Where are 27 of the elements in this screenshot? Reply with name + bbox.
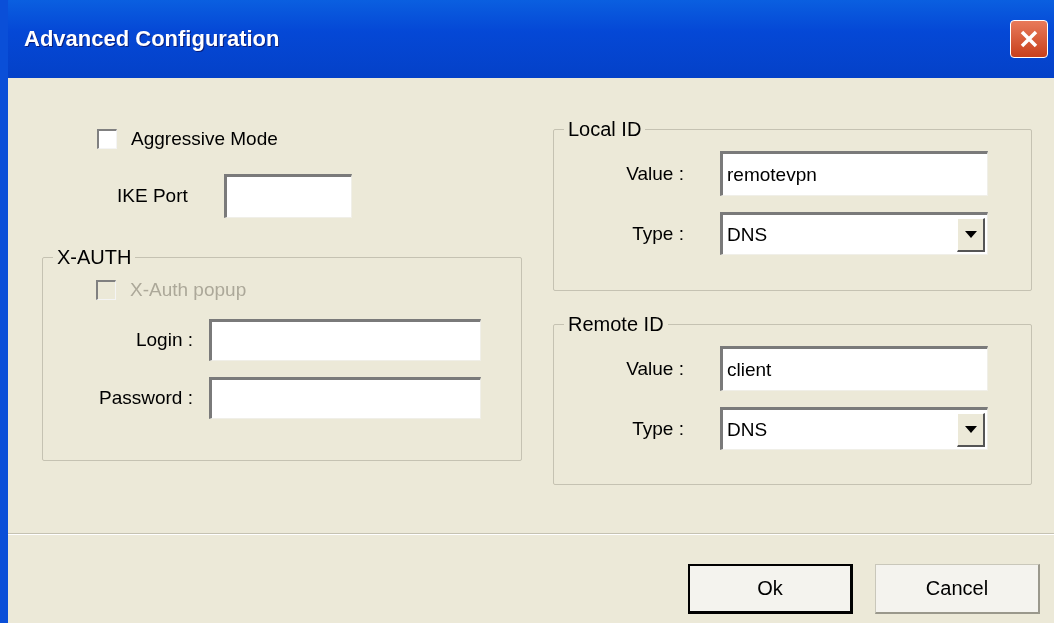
- field-label: Value :: [625, 162, 684, 185]
- dialog-button[interactable]: Cancel: [875, 564, 1040, 614]
- value-field[interactable]: remotevpn: [720, 151, 988, 196]
- caret-icon: [964, 230, 977, 238]
- field-label: IKE Port: [117, 185, 188, 207]
- value-field[interactable]: client: [720, 346, 988, 391]
- checkbox[interactable]: [97, 129, 117, 149]
- group-title: Local ID: [567, 118, 643, 141]
- close-button[interactable]: [1010, 20, 1048, 58]
- close-icon: [1018, 28, 1040, 50]
- checkbox-label: Aggressive Mode: [131, 128, 278, 150]
- field-label: Password :: [98, 387, 193, 409]
- checkbox-label: X-Auth popup: [130, 279, 247, 301]
- port-field[interactable]: [223, 174, 352, 218]
- dialog-button[interactable]: Ok: [688, 564, 853, 614]
- group-title: Remote ID: [567, 313, 665, 336]
- group-title: X-AUTH: [56, 246, 133, 269]
- type-dropdown[interactable]: DNS: [720, 407, 988, 450]
- password-field[interactable]: [209, 377, 481, 419]
- field-label: Type :: [631, 417, 684, 440]
- field-label: Type :: [631, 222, 684, 245]
- window-title: Advanced Configuration: [24, 26, 280, 52]
- login-field[interactable]: [209, 319, 481, 361]
- caret-icon: [964, 425, 977, 433]
- type-dropdown[interactable]: DNS: [720, 212, 988, 255]
- field-label: Value :: [625, 357, 684, 380]
- field-label: Login :: [134, 329, 193, 351]
